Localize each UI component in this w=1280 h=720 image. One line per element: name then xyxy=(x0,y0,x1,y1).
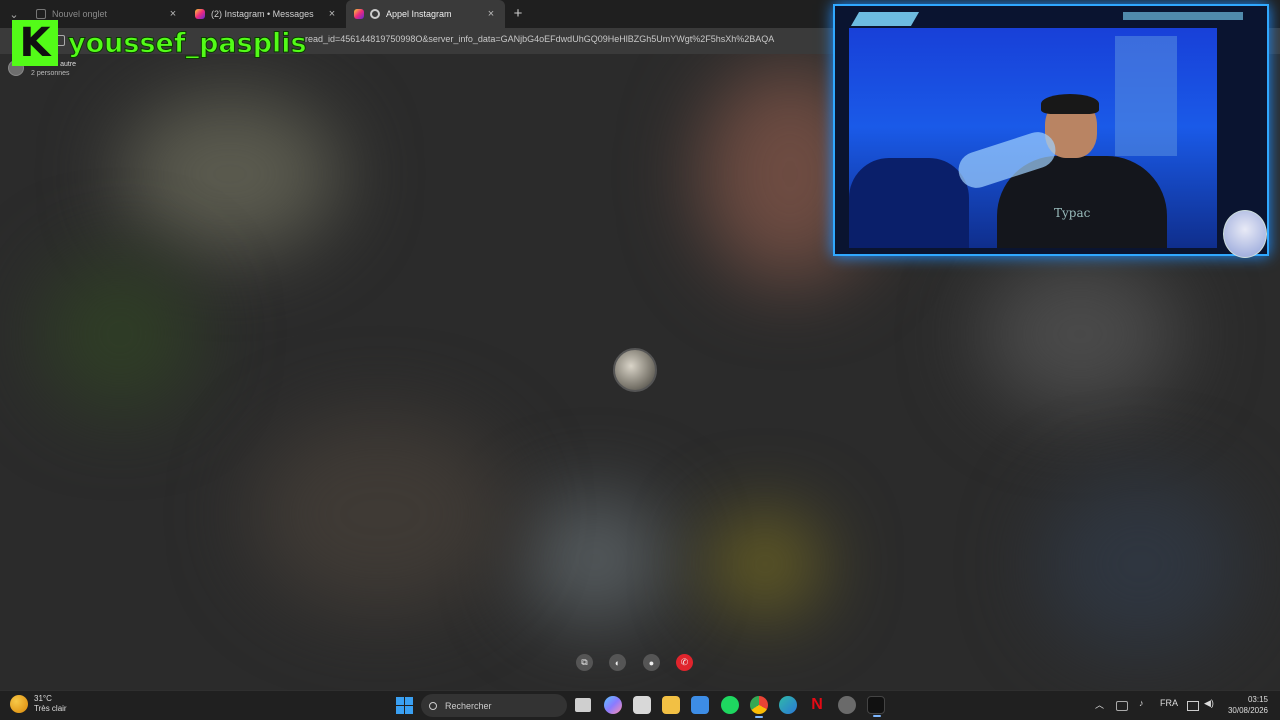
blurred-background xyxy=(250,414,510,614)
chrome-icon[interactable] xyxy=(750,696,768,718)
system-clock[interactable]: 03:15 30/08/2026 xyxy=(1228,694,1268,716)
file-explorer-icon[interactable] xyxy=(662,696,680,714)
bed xyxy=(849,158,969,248)
instagram-icon xyxy=(354,9,364,19)
new-tab-button[interactable]: + xyxy=(505,1,531,27)
clock-time: 03:15 xyxy=(1247,695,1268,704)
netflix-icon[interactable]: N xyxy=(808,696,826,714)
remote-participant-avatar xyxy=(613,348,657,392)
streamer-name-overlay: K youssef_pasplis xyxy=(12,20,307,66)
spotify-icon[interactable] xyxy=(721,696,739,714)
weather-text: 31°C Très clair xyxy=(34,694,67,714)
hoodie-print: Typac xyxy=(1054,206,1091,220)
instagram-icon xyxy=(195,9,205,19)
tab-instagram-call[interactable]: Appel Instagram × xyxy=(346,0,505,28)
weather-desc: Très clair xyxy=(34,704,67,713)
network-icon[interactable] xyxy=(1187,701,1199,711)
end-call-button[interactable]: ✆ xyxy=(676,654,693,671)
blurred-background xyxy=(120,94,340,254)
taskbar-search[interactable]: Rechercher xyxy=(421,694,567,717)
screen-share-button[interactable]: ⧉ xyxy=(576,654,593,671)
frame-decoration xyxy=(1123,12,1243,20)
streamer-hair xyxy=(1041,94,1099,114)
blurred-background xyxy=(40,254,200,414)
weather-temp: 31°C xyxy=(34,694,52,703)
recording-icon xyxy=(370,9,380,19)
tab-label: (2) Instagram • Messages xyxy=(211,9,314,19)
app-icon[interactable] xyxy=(838,696,856,714)
tray-chevron-icon[interactable]: ︿ xyxy=(1095,698,1104,711)
webcam-overlay: Typac xyxy=(833,4,1269,258)
meet-now-icon[interactable] xyxy=(1116,701,1128,711)
windows-start-icon[interactable] xyxy=(396,697,413,714)
language-indicator[interactable]: FRA xyxy=(1160,698,1178,708)
volume-icon[interactable]: ◀) xyxy=(1204,698,1214,709)
tiktok-icon[interactable] xyxy=(867,696,885,717)
microphone-icon: ● xyxy=(648,657,655,668)
microphone-button[interactable]: ● xyxy=(643,654,660,671)
streamer-avatar-icon xyxy=(1223,210,1267,258)
blurred-background xyxy=(520,494,670,624)
search-icon xyxy=(429,701,437,710)
camera-off-button[interactable]: ◐ xyxy=(609,654,626,671)
task-view-icon[interactable] xyxy=(575,698,591,712)
blurred-background xyxy=(980,254,1180,414)
webcam-feed: Typac xyxy=(849,28,1217,248)
blurred-background xyxy=(710,514,820,614)
end-call-icon: ✆ xyxy=(680,657,689,667)
kick-logo-icon: K xyxy=(12,20,58,66)
weather-sun-icon xyxy=(10,695,28,713)
screen: ⌄ Nouvel onglet × (2) Instagram • Messag… xyxy=(0,0,1280,720)
screen-share-icon: ⧉ xyxy=(581,657,588,667)
mail-icon[interactable] xyxy=(691,696,709,714)
blurred-background xyxy=(1040,474,1240,654)
streamer-name: youssef_pasplis xyxy=(68,27,308,59)
microphone-tray-icon[interactable]: ♪ xyxy=(1139,698,1144,708)
call-participant-count: 2 personnes xyxy=(31,70,70,77)
tab-close-icon[interactable]: × xyxy=(485,8,497,20)
window-curtain xyxy=(1115,36,1177,156)
camera-off-icon: ◐ xyxy=(614,657,621,668)
windows-taskbar: 31°C Très clair Rechercher N ︿ ♪ FRA ◀) … xyxy=(0,690,1280,720)
tab-label: Nouvel onglet xyxy=(52,9,108,19)
weather-widget[interactable]: 31°C Très clair xyxy=(10,694,67,714)
tab-close-icon[interactable]: × xyxy=(167,8,179,20)
tab-label: Appel Instagram xyxy=(386,9,452,19)
url-text[interactable]: read_id=456144819750998O&server_info_dat… xyxy=(305,34,774,44)
search-placeholder: Rechercher xyxy=(445,700,492,711)
edge-icon[interactable] xyxy=(779,696,797,714)
new-tab-page-icon xyxy=(36,9,46,19)
frame-decoration xyxy=(850,12,920,26)
store-icon[interactable] xyxy=(633,696,651,714)
tab-close-icon[interactable]: × xyxy=(326,8,338,20)
clock-date: 30/08/2026 xyxy=(1227,706,1268,715)
copilot-icon[interactable] xyxy=(604,696,622,714)
